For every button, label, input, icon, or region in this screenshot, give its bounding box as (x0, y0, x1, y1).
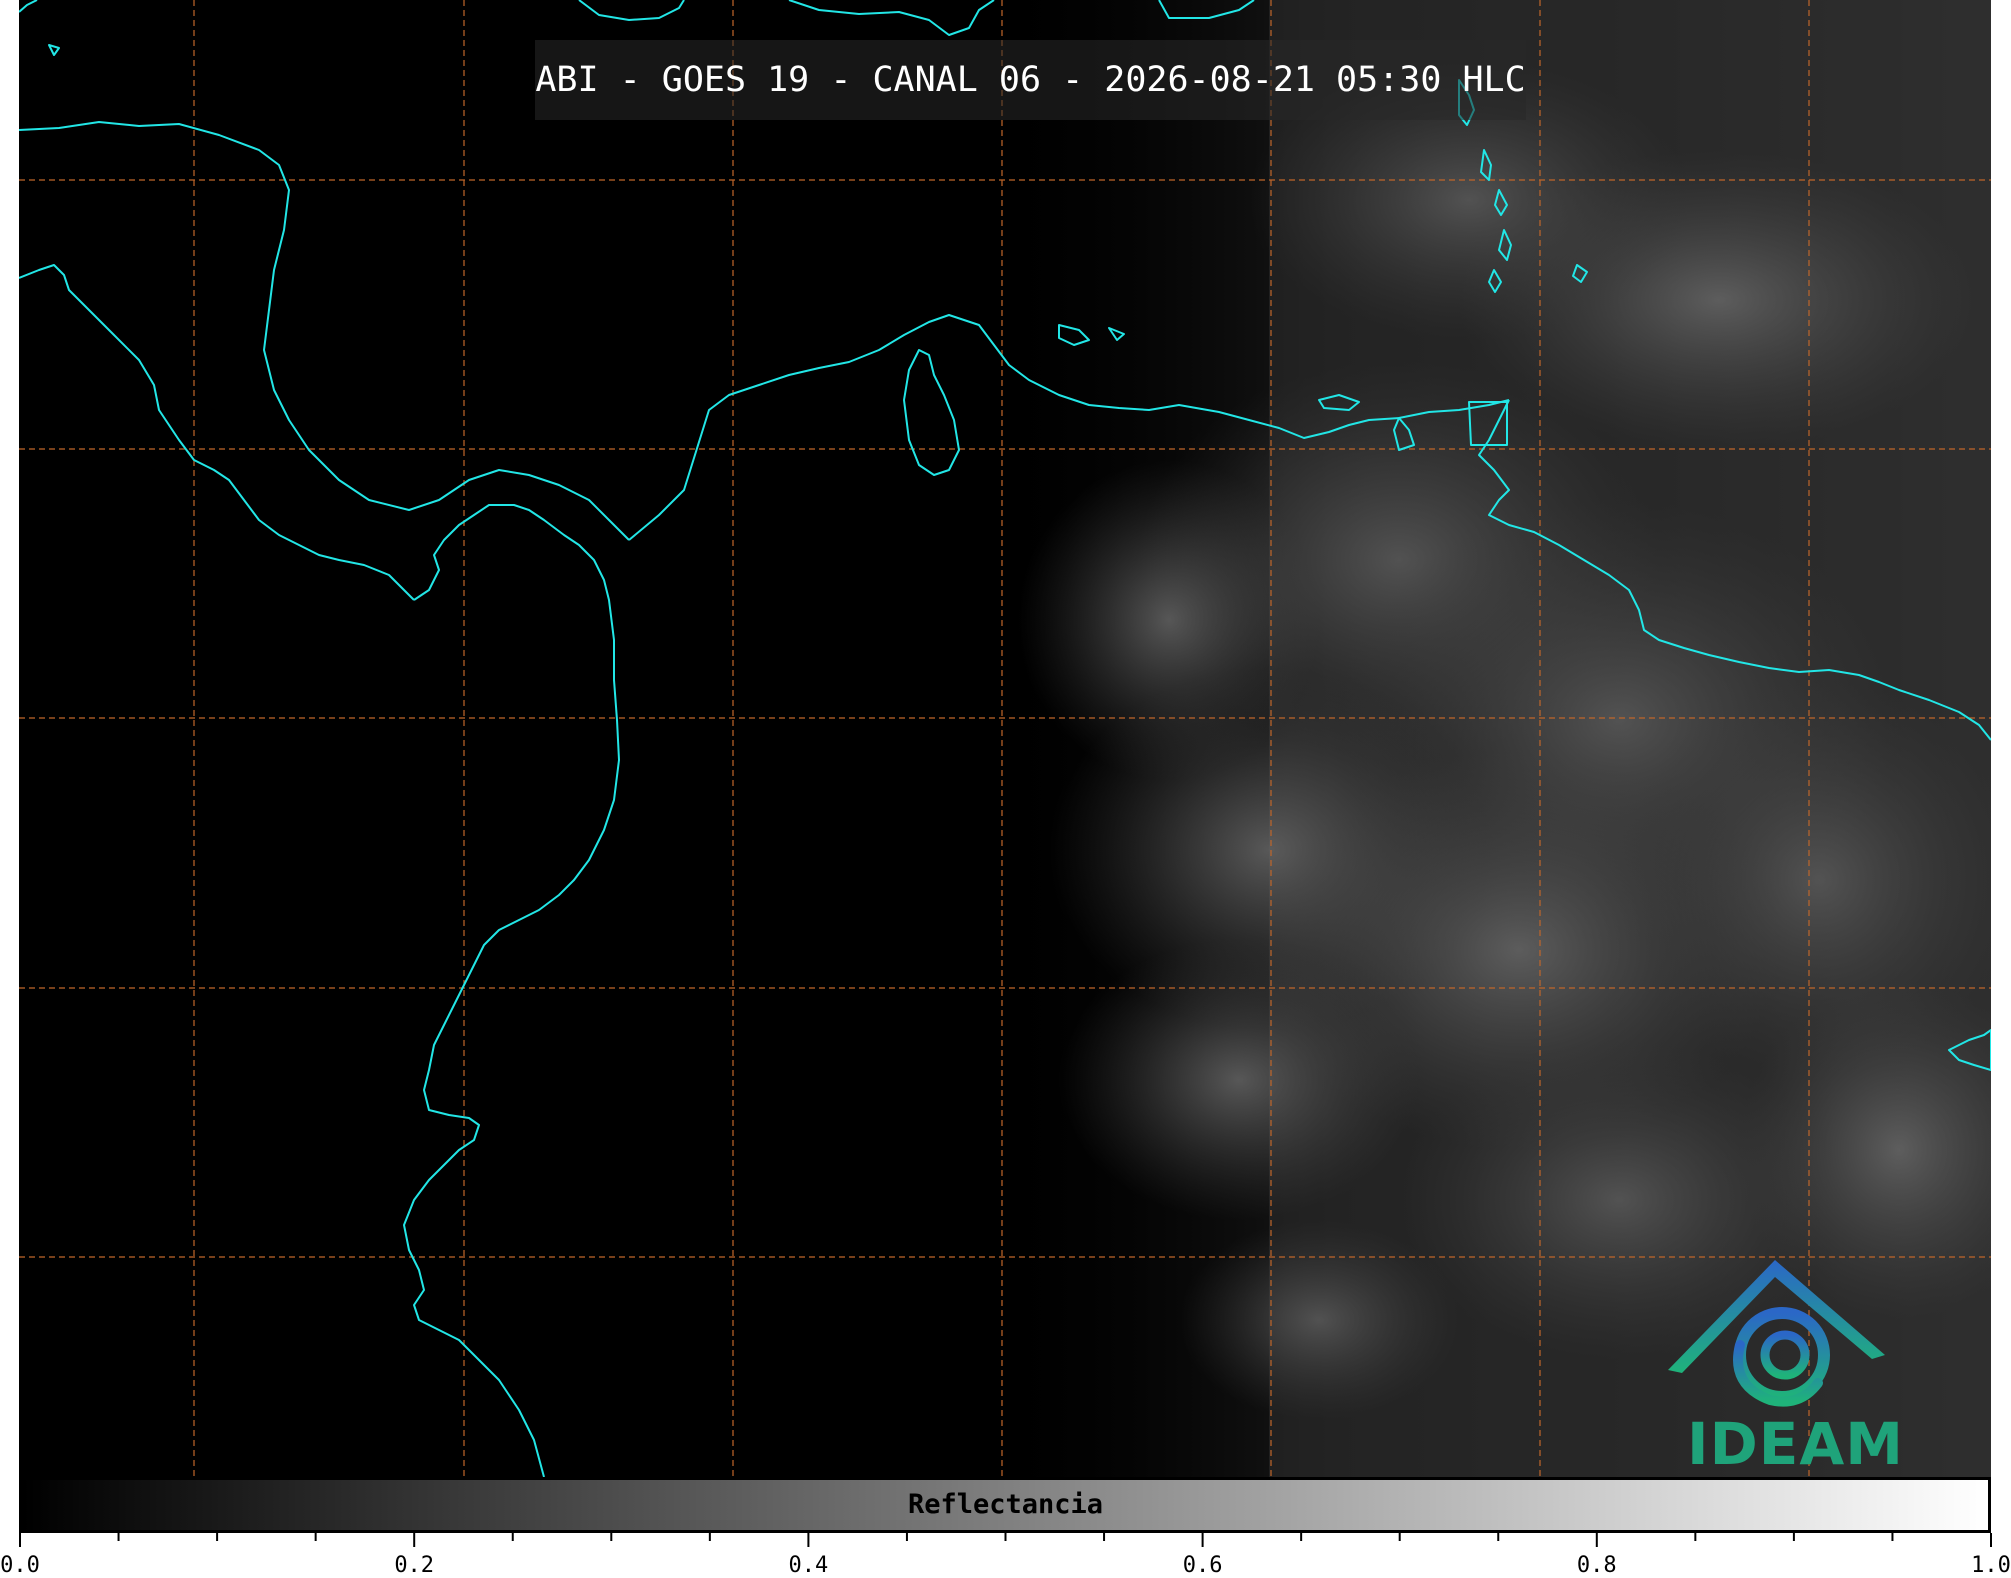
colorbar-tick-label: 0.6 (1182, 1553, 1223, 1578)
ideam-logo-text: IDEAM (1687, 1410, 1904, 1478)
map-title: ABI - GOES 19 - CANAL 06 - 2026-08-21 05… (535, 60, 1526, 100)
colorbar-tick-label: 0.2 (394, 1553, 435, 1578)
colorbar-tick-label: 0.4 (788, 1553, 829, 1578)
colorbar-label: Reflectancia (907, 1489, 1104, 1520)
colorbar-tick-label: 0.0 (0, 1553, 40, 1578)
colorbar-tick-label: 0.8 (1576, 1553, 1617, 1578)
colorbar-ticks (19, 1533, 1992, 1547)
colorbar-tick-label: 1.0 (1971, 1553, 2011, 1578)
